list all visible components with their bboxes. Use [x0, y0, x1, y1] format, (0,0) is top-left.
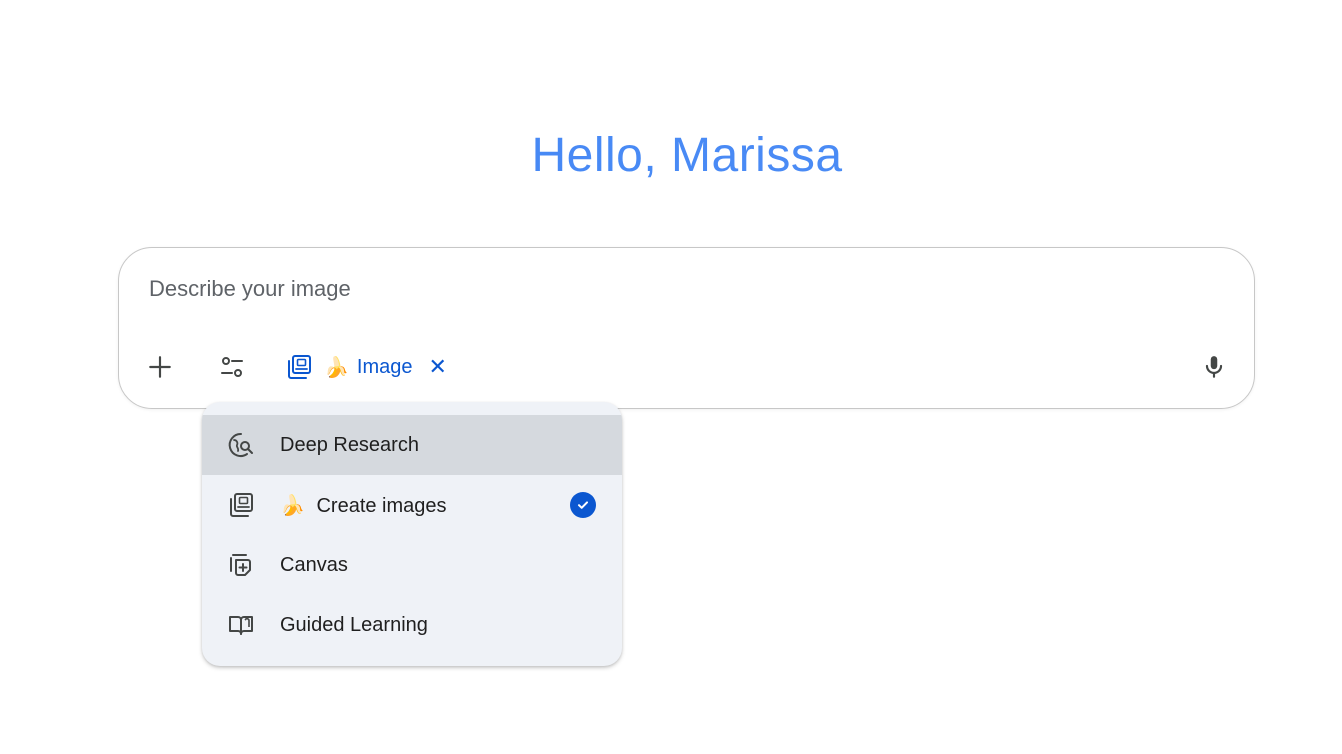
book-icon — [226, 610, 256, 640]
menu-item-guided-learning[interactable]: Guided Learning — [202, 595, 622, 655]
menu-item-label: Deep Research — [280, 433, 419, 456]
banana-emoji: 🍌 — [324, 356, 349, 379]
tools-menu: Deep Research 🍌 Create images Canvas Gui… — [202, 402, 622, 666]
greeting-title: Hello, Marissa — [0, 126, 1342, 186]
menu-item-deep-research[interactable]: Deep Research — [202, 415, 622, 475]
prompt-input[interactable] — [149, 276, 1189, 302]
tune-icon — [221, 357, 243, 377]
deep-research-icon — [226, 430, 256, 460]
menu-item-text: 🍌 Create images — [280, 493, 447, 518]
menu-item-label: Guided Learning — [280, 613, 428, 636]
menu-item-canvas[interactable]: Canvas — [202, 535, 622, 595]
menu-item-label: Canvas — [280, 553, 348, 576]
menu-item-create-images[interactable]: 🍌 Create images — [202, 475, 622, 535]
check-icon — [570, 492, 596, 518]
plus-icon — [149, 356, 171, 378]
close-icon[interactable]: ✕ — [429, 356, 447, 378]
add-button[interactable] — [140, 347, 180, 387]
chip-label: Image — [356, 355, 413, 378]
canvas-icon — [226, 550, 256, 580]
menu-item-label: Create images — [316, 494, 447, 517]
banana-emoji: 🍌 — [280, 494, 305, 517]
image-stack-icon — [284, 352, 314, 382]
tools-button[interactable] — [212, 347, 252, 387]
image-mode-chip[interactable]: 🍌 Image ✕ — [284, 349, 447, 385]
mic-icon — [1205, 356, 1223, 378]
prompt-box: 🍌 Image ✕ — [118, 247, 1255, 409]
image-stack-icon — [226, 490, 256, 520]
mic-button[interactable] — [1194, 347, 1234, 387]
